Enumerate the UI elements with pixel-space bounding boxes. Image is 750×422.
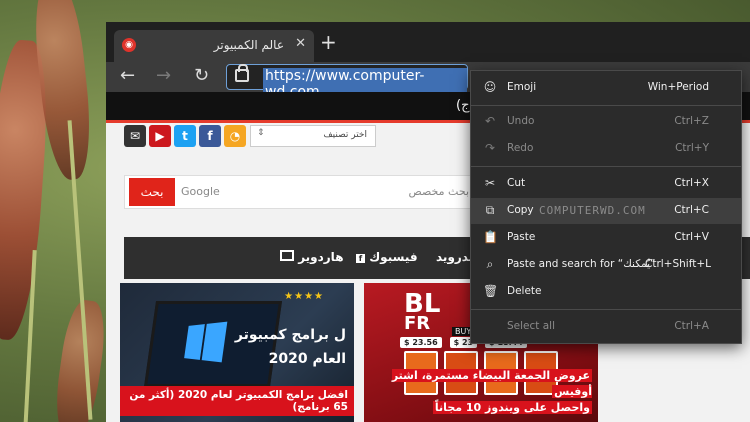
search-google-label: Google [181, 185, 220, 198]
card-big-text-line: FR [404, 313, 431, 334]
card-overlay-text: ل برامج كمبيوتر العام 2020 [235, 323, 346, 371]
menu-item-paste[interactable]: 📋 Paste Ctrl+V [471, 225, 741, 251]
menu-item-label: Paste [507, 231, 536, 243]
menu-item-shortcut: Ctrl+Shift+L [645, 258, 711, 270]
article-card[interactable]: ★★★★ ل برامج كمبيوتر العام 2020 افضل برا… [120, 283, 354, 422]
site-favicon-icon: ◉ [122, 38, 136, 52]
menu-item-shortcut: Ctrl+A [674, 320, 709, 332]
menu-item-paste-and-search[interactable]: ⌕ Paste and search for “يُمكنك” Ctrl+Shi… [471, 252, 741, 278]
nav-item-hardware-label: هاردوير [298, 250, 344, 264]
article-caption[interactable]: عروض الجمعة البيضاء مستمرة، اشتر أوفيس و… [364, 366, 598, 418]
scissors-icon: ✂ [484, 176, 496, 190]
context-menu: ☺ Emoji Win+Period ↶ Undo Ctrl+Z ↷ Redo … [470, 70, 742, 344]
custom-search-box: بحث Google بحث مخصص [124, 175, 478, 209]
back-arrow-icon[interactable]: ← [120, 66, 135, 86]
caption-line: واحصل على ويندوز 10 مجاناً [432, 401, 592, 414]
plant-stalk [50, 297, 110, 422]
site-bar-text: (ج [456, 98, 470, 113]
facebook-small-icon: f [356, 254, 365, 263]
twitter-icon[interactable]: t [174, 125, 196, 147]
category-select-value: اختر تصنيف [323, 130, 367, 140]
forward-arrow-icon[interactable]: → [156, 66, 171, 86]
price-tag: $ 23.56 [400, 337, 442, 348]
trash-icon: 🗑 [483, 284, 499, 298]
address-bar[interactable]: https://www.computer-wd.com [226, 64, 468, 100]
search-placeholder: بحث مخصص [408, 185, 469, 198]
menu-item-label: Select all [507, 320, 555, 332]
rating-stars: ★★★★ [284, 291, 324, 302]
menu-item-delete[interactable]: 🗑 Delete [471, 279, 741, 305]
nav-item-hardware[interactable]: هاردوير [280, 250, 344, 264]
menu-separator [471, 105, 741, 106]
menu-item-label: Emoji [507, 81, 537, 93]
paste-search-icon: ⌕ [486, 257, 494, 271]
menu-item-shortcut: Ctrl+C [674, 204, 709, 216]
tab-strip: ◉ عالم الكمبيوتر ✕ + [106, 22, 750, 62]
redo-icon: ↷ [484, 141, 496, 155]
menu-item-shortcut: Ctrl+X [674, 177, 709, 189]
search-button[interactable]: بحث [129, 178, 175, 206]
category-select[interactable]: ⇕ اختر تصنيف [250, 125, 376, 147]
menu-item-shortcut: Ctrl+V [674, 231, 709, 243]
browser-tab[interactable]: ◉ عالم الكمبيوتر ✕ [114, 30, 314, 62]
card-overlay-line: العام 2020 [268, 351, 346, 367]
lock-icon [235, 64, 249, 82]
menu-item-select-all[interactable]: Select all Ctrl+A [471, 314, 741, 340]
nav-item-facebook[interactable]: فيسبوك f [356, 250, 418, 264]
article-caption[interactable]: افضل برامج الكمبيوتر لعام 2020 (أكثر من … [120, 386, 354, 416]
menu-item-label: Undo [507, 115, 535, 127]
menu-item-shortcut: Win+Period [647, 81, 709, 93]
menu-item-label: Redo [507, 142, 534, 154]
tab-title: عالم الكمبيوتر [213, 38, 284, 52]
menu-separator [471, 309, 741, 310]
menu-item-cut[interactable]: ✂ Cut Ctrl+X [471, 171, 741, 197]
menu-item-label: Cut [507, 177, 526, 189]
tab-close-icon[interactable]: ✕ [295, 36, 306, 51]
menu-item-undo[interactable]: ↶ Undo Ctrl+Z [471, 109, 741, 135]
emoji-icon: ☺ [483, 80, 497, 94]
menu-item-shortcut: Ctrl+Z [674, 115, 709, 127]
rss-icon[interactable]: ◔ [224, 125, 246, 147]
facebook-icon[interactable]: f [199, 125, 221, 147]
menu-item-emoji[interactable]: ☺ Emoji Win+Period [471, 75, 741, 101]
menu-item-copy[interactable]: ⧉ Copy COMPUTERWD.COM Ctrl+C [471, 198, 741, 224]
new-tab-button[interactable]: + [320, 32, 337, 52]
menu-item-label: Copy [507, 204, 534, 216]
menu-item-redo[interactable]: ↷ Redo Ctrl+Y [471, 136, 741, 162]
nav-item-facebook-label: فيسبوك [369, 250, 418, 264]
copy-icon: ⧉ [485, 203, 495, 217]
select-arrows-icon: ⇕ [257, 128, 265, 138]
undo-icon: ↶ [484, 114, 496, 128]
menu-item-label: Paste and search for “يُمكنك” [507, 258, 656, 270]
clipboard-icon: 📋 [483, 230, 498, 244]
reload-icon[interactable]: ↻ [194, 66, 209, 86]
social-links: ✉ ▶ t f ◔ [124, 125, 246, 147]
email-icon[interactable]: ✉ [124, 125, 146, 147]
menu-separator [471, 166, 741, 167]
youtube-icon[interactable]: ▶ [149, 125, 171, 147]
menu-item-shortcut: Ctrl+Y [675, 142, 709, 154]
card-overlay-line: ل برامج كمبيوتر [234, 327, 346, 343]
caption-line: عروض الجمعة البيضاء مستمرة، اشتر أوفيس [391, 369, 592, 398]
watermark-text: COMPUTERWD.COM [539, 204, 646, 217]
menu-item-label: Delete [507, 285, 542, 297]
monitor-icon [280, 250, 294, 261]
